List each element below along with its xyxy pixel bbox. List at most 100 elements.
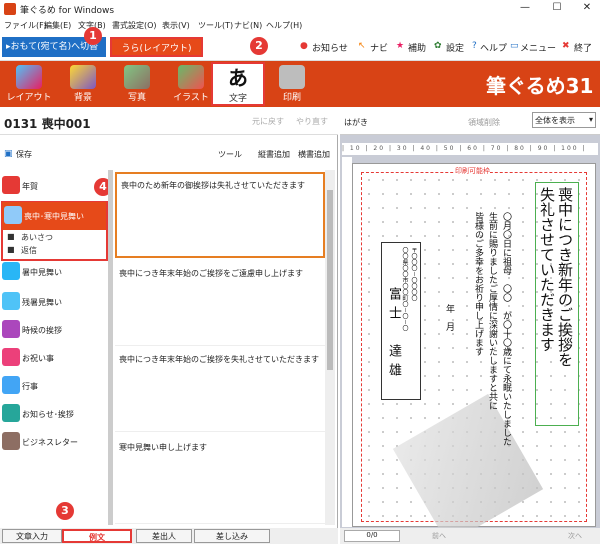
sender-tab[interactable]: 差出人 <box>136 529 192 543</box>
body-text: 〇月〇日に祖母 〇〇 が〇十〇歳にて永眠いたしました 生前に賜りましたご厚情に深… <box>471 212 513 462</box>
body-text-line: 生前に賜りましたご厚情に深謝いたしますと共に <box>487 212 497 410</box>
undo-button[interactable]: 元に戻す <box>252 116 284 127</box>
printable-label: 印刷可能枠 <box>455 166 490 176</box>
minimize-button[interactable]: — <box>518 2 532 14</box>
field-delete-button[interactable]: 領域削除 <box>468 117 500 128</box>
date-line: 年 月 <box>444 304 454 331</box>
maximize-button[interactable]: ☐ <box>550 2 564 14</box>
late-summer-icon <box>2 292 20 310</box>
question-icon: ? <box>472 41 477 51</box>
tool-row: ▣ 保存 ツール 縦書追加 横書追加 <box>0 145 338 165</box>
subitem-greeting[interactable]: ■ あいさつ <box>3 232 105 244</box>
ura-layout-button[interactable]: うら(レイアウト) <box>110 37 203 57</box>
menu-navi[interactable]: ナビ(N) <box>234 20 262 31</box>
menu-file[interactable]: ファイル(F) <box>4 20 47 31</box>
photo-icon <box>124 65 150 89</box>
vertical-add-button[interactable]: 縦書追加 <box>258 149 290 160</box>
zoom-value: 全体を表示 <box>535 116 575 125</box>
summer-icon <box>2 262 20 280</box>
star-icon: ★ <box>396 41 405 51</box>
document-header: 0131 喪中001 元に戻す やり直す <box>0 107 338 135</box>
category-label: お祝い事 <box>22 354 54 363</box>
ribbon-photo-label: 写真 <box>127 93 146 103</box>
chevron-down-icon: ▾ <box>588 115 593 124</box>
sender-box[interactable]: 〒〇〇〇－〇〇〇〇 〇〇県〇〇市〇〇町〇－〇－〇 富士 達雄 <box>381 242 421 400</box>
redo-button[interactable]: やり直す <box>296 116 328 127</box>
category-label: ビジネスレター <box>22 438 78 447</box>
ribbon-photo-button[interactable]: 写真 <box>110 63 164 105</box>
tool-dropdown[interactable]: ツール <box>218 149 242 160</box>
illust-icon <box>178 65 204 89</box>
example-tab[interactable]: 例文 <box>62 529 132 543</box>
close-button[interactable]: ✕ <box>580 2 594 14</box>
category-seasonal[interactable]: 時候の挨拶 <box>0 316 106 344</box>
settings-link[interactable]: 設定 <box>446 41 464 54</box>
menu-edit[interactable]: 編集(E) <box>44 20 71 31</box>
navi-link[interactable]: ナビ <box>370 41 388 54</box>
menu-help[interactable]: ヘルプ(H) <box>266 20 302 31</box>
example-item[interactable]: 喪中につき年末年始のご挨拶をご遠慮申し上げます <box>115 262 325 346</box>
category-label: 行事 <box>22 382 38 391</box>
help-sub-link[interactable]: 補助 <box>408 41 426 54</box>
prev-page-button[interactable]: 前へ <box>432 531 446 541</box>
menu-tool[interactable]: ツール(T) <box>198 20 233 31</box>
example-item[interactable]: 喪中につき年末年始のご挨拶を失礼させていただきます <box>115 348 325 432</box>
horizontal-ruler: | 10 | 20 | 30 | 40 | 50 | 60 | 70 | 80 … <box>342 143 598 155</box>
example-scrollbar[interactable] <box>325 170 335 525</box>
background-icon <box>70 65 96 89</box>
ribbon-text-button[interactable]: あ 文字 <box>211 62 265 106</box>
subitem-reply[interactable]: ■ 返信 <box>3 245 105 257</box>
text-input-tab[interactable]: 文章入力 <box>2 529 62 543</box>
title-bar: 筆ぐるめ for Windows — ☐ ✕ <box>0 0 600 18</box>
ribbon-text-label: 文字 <box>228 94 247 104</box>
callout-badge-1: 1 <box>84 27 102 45</box>
category-label: 残暑見舞い <box>22 298 62 307</box>
example-item[interactable]: 寒中見舞い申し上げます <box>115 436 325 524</box>
menu-view[interactable]: 表示(V) <box>162 20 190 31</box>
menu-format[interactable]: 書式設定(O) <box>112 20 157 31</box>
main-text-line: 喪中につき新年のご挨拶を <box>556 187 574 367</box>
main-text-box[interactable]: 喪中につき新年のご挨拶を 失礼させていただきます <box>535 182 579 426</box>
horizontal-add-button[interactable]: 横書追加 <box>298 149 330 160</box>
category-celebration[interactable]: お祝い事 <box>0 344 106 372</box>
paper-label: はがき <box>344 118 368 127</box>
help-link[interactable]: ヘルプ <box>480 41 507 54</box>
save-button[interactable]: 保存 <box>16 149 32 160</box>
menu-link[interactable]: メニュー <box>520 41 556 54</box>
ribbon-illust-button[interactable]: イラスト <box>164 63 218 105</box>
category-business[interactable]: ビジネスレター <box>0 428 106 456</box>
news-link[interactable]: お知らせ <box>312 41 348 54</box>
postcard-preview[interactable]: 印刷可能枠 喪中につき新年のご挨拶を 失礼させていただきます 〇月〇日に祖母 〇… <box>352 163 596 545</box>
example-item-selected[interactable]: 喪中のため新年の御挨拶は失礼させていただきます <box>115 172 325 258</box>
sender-name: 富士 達雄 <box>386 287 401 382</box>
exit-link[interactable]: 終了 <box>574 41 592 54</box>
example-text: 寒中見舞い申し上げます <box>119 443 207 452</box>
next-page-button[interactable]: 次へ <box>568 531 582 541</box>
category-mourning[interactable]: 喪中･寒中見舞い <box>2 202 106 230</box>
category-event[interactable]: 行事 <box>0 372 106 400</box>
mourning-icon <box>4 206 22 224</box>
printer-icon <box>279 65 305 89</box>
category-late-summer[interactable]: 残暑見舞い <box>0 288 106 316</box>
category-summer[interactable]: 暑中見舞い <box>0 258 106 286</box>
category-scrollbar[interactable] <box>108 170 113 525</box>
category-notice[interactable]: お知らせ･挨拶 <box>0 400 106 428</box>
ribbon-background-button[interactable]: 背景 <box>56 63 110 105</box>
example-text: 喪中につき年末年始のご挨拶をご遠慮申し上げます <box>119 269 303 278</box>
body-text-line: 〇月〇日に祖母 〇〇 が〇十〇歳にて永眠いたしました <box>501 212 511 446</box>
zoom-select[interactable]: 全体を表示 ▾ <box>532 112 596 128</box>
celebration-icon <box>2 348 20 366</box>
insert-tab[interactable]: 差し込み <box>194 529 270 543</box>
category-label: 時候の挨拶 <box>22 326 62 335</box>
preview-toolbar: はがき 領域削除 全体を表示 ▾ <box>340 107 600 135</box>
scroll-thumb[interactable] <box>327 190 333 370</box>
newyear-icon <box>2 176 20 194</box>
body-text-line: 皆様のご多幸をお祈り申し上げます <box>473 212 483 356</box>
category-label: 年賀 <box>22 182 38 191</box>
ribbon-layout-button[interactable]: レイアウト <box>2 63 56 105</box>
bullet-icon: ■ <box>7 245 15 254</box>
menu-icon: ▭ <box>510 41 519 51</box>
category-newyear[interactable]: 年賀 <box>0 172 106 200</box>
ribbon-print-button[interactable]: 印刷 <box>265 63 319 105</box>
category-label: お知らせ･挨拶 <box>22 410 74 419</box>
